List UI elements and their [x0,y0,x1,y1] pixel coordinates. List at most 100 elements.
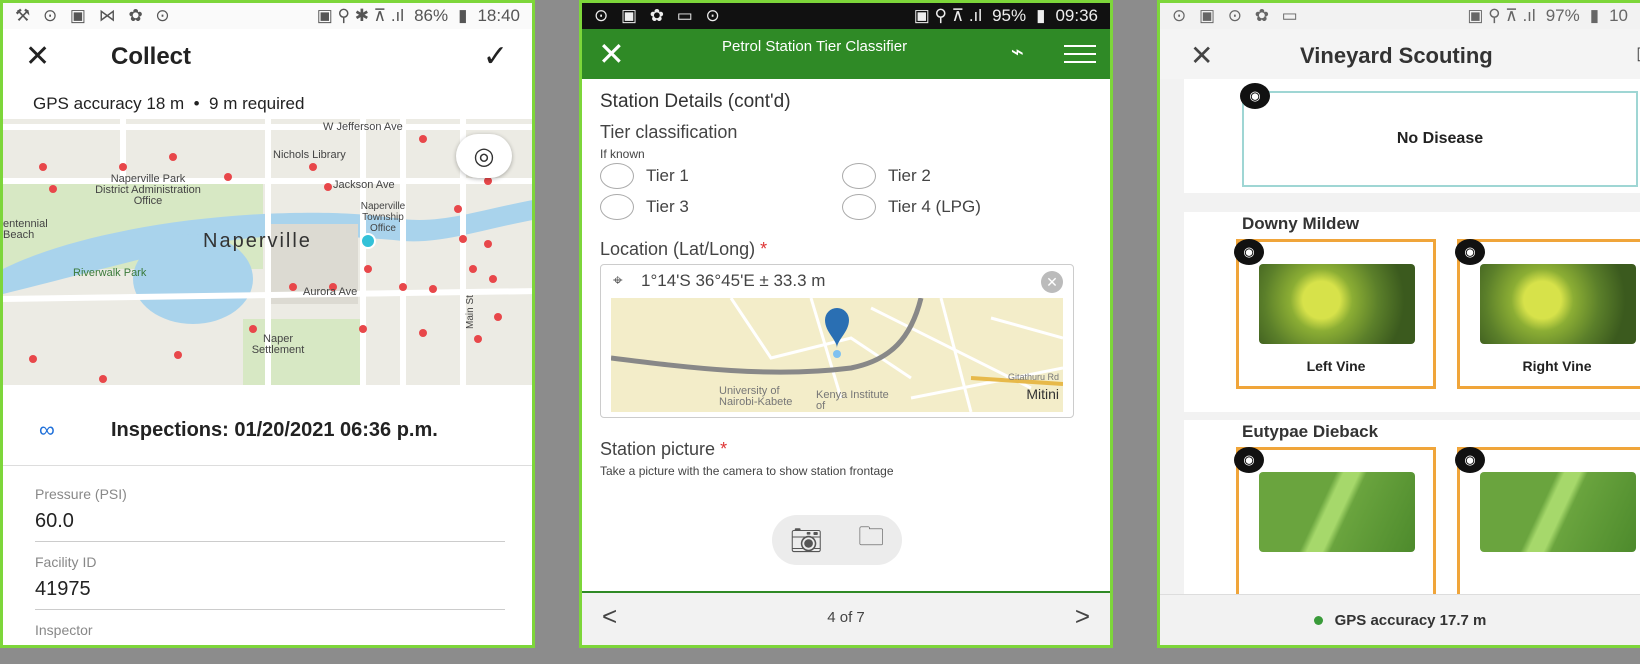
radio-tier-4[interactable]: Tier 4 (LPG) [842,194,981,220]
map-label-park: Riverwalk Park [73,267,147,279]
battery-icon: ▮ [1036,6,1046,25]
close-icon[interactable]: ✕ [1190,39,1213,72]
status-icons: ⊙ ▣ ⊙ ✿ ▭ [1172,6,1302,25]
close-icon[interactable]: ✕ [598,35,625,73]
page-title: Vineyard Scouting [1300,43,1493,68]
leaf-photo [1259,264,1415,344]
locate-me-button[interactable]: ◎ [456,134,512,178]
field-label: Facility ID [35,554,97,570]
clock: 18:40 [477,6,520,25]
target-icon: ⌖ [613,271,623,290]
section-title: Downy Mildew [1242,214,1360,233]
radio-label: Tier 3 [646,197,689,216]
folder-icon[interactable]: 🗀 [858,518,884,562]
status-bar: ⚒ ⊙ ▣ ⋈ ✿ ⊙ ▣ ⚲ ✱ ⊼ .ıl 86% ▮ 18:40 [3,3,532,29]
camera-icon[interactable]: 📷︎ [790,525,823,556]
related-record-label: Inspections: 01/20/2021 06:36 p.m. [111,419,438,441]
field-value[interactable]: 41975 [35,578,505,610]
question-label: Tier classification [600,122,738,142]
battery-level: 95% [992,6,1027,25]
no-disease-option[interactable]: No Disease [1242,91,1638,187]
page-indicator: 4 of 7 [827,609,865,626]
section-heading: Station Details (cont'd) [600,91,791,112]
no-disease-card: No Disease ◉ [1184,79,1640,193]
camera-icon[interactable]: ◉ [1234,447,1264,473]
map-label-poi: entennial Beach [3,218,48,241]
form-body: Station Details (cont'd) Tier classifica… [582,79,1110,599]
next-page-button[interactable]: > [1075,601,1090,632]
survey-app-screen: ⊙ ▣ ✿ ▭ ⊙ ▣ ⚲ ⊼ .ıl 95% ▮ 09:36 ✕ Petrol… [579,0,1113,648]
photo-tile[interactable] [1457,447,1640,597]
gps-accuracy-text: GPS accuracy 17.7 m [1334,611,1487,629]
page-title: Petrol Station Tier Classifier [722,38,908,55]
radio-label: Tier 1 [646,166,689,185]
map-label-place: Mitini [1026,386,1059,402]
vineyard-app-screen: ⊙ ▣ ⊙ ✿ ▭ ▣ ⚲ ⊼ .ıl 97% ▮ 10 ✕ Vineyard … [1157,0,1640,648]
app-bar: ✕ Collect ✓ [3,29,532,89]
map-label-street: W Jefferson Ave [323,121,403,133]
gps-accuracy-bar: GPS accuracy 18 m • 9 m required [3,89,532,119]
hamburger-menu-icon[interactable] [1064,39,1096,69]
clear-icon[interactable]: ✕ [1041,271,1063,293]
status-bar: ⊙ ▣ ⊙ ✿ ▭ ▣ ⚲ ⊼ .ıl 97% ▮ 10 [1160,3,1640,29]
page-navigation: < 4 of 7 > [582,591,1110,645]
battery-level: 97% [1545,6,1580,25]
camera-icon[interactable]: ◉ [1455,447,1485,473]
photo-tile-right-vine[interactable]: Right Vine [1457,239,1640,389]
radio-circle-icon [600,163,634,189]
section-eutypae-dieback: Eutypae Dieback ︿ ◉ ◉ [1184,420,1640,600]
related-record-row[interactable]: ∞ Inspections: 01/20/2021 06:36 p.m. [3,395,532,465]
form-body: No Disease ◉ Downy Mildew ︿ Left Vine ◉ … [1160,79,1640,600]
map-label-poi: Naperville Township Office [360,201,406,234]
map-label-city: Naperville [203,230,312,252]
radio-circle-icon [842,163,876,189]
picture-label: Station picture * [600,439,728,459]
leaf-photo [1480,472,1636,552]
location-map[interactable]: University of Nairobi-Kabete Kenya Insti… [611,298,1063,412]
field-facility-id[interactable]: Facility ID 41975 [35,554,505,610]
status-icons: ⊙ ▣ ✿ ▭ ⊙ [594,6,724,25]
camera-icon[interactable]: ◉ [1234,239,1264,265]
signal-icon: ▣ ⚲ ✱ ⊼ .ıl [316,6,405,25]
radio-tier-3[interactable]: Tier 3 [600,194,689,220]
section-downy-mildew: Downy Mildew ︿ Left Vine ◉ Right Vine ◉ [1184,212,1640,412]
app-bar: ✕ Petrol Station Tier Classifier ⌁ [582,29,1110,79]
radio-circle-icon [842,194,876,220]
location-value: 1°14'S 36°45'E ± 33.3 m [641,271,826,290]
map-label-street: Main St [465,295,476,329]
map-label-poi: Kenya Institute of [816,389,889,412]
battery-level: 86% [414,6,449,25]
photo-tile[interactable] [1236,447,1436,597]
radio-label: Tier 4 (LPG) [888,197,981,216]
gps-accuracy-text: GPS accuracy 18 m [33,94,185,113]
gps-status-bar: GPS accuracy 17.7 m [1160,594,1640,645]
radio-tier-1[interactable]: Tier 1 [600,163,689,189]
location-label: Location (Lat/Long) * [600,239,768,259]
photo-tile-left-vine[interactable]: Left Vine [1236,239,1436,389]
satellite-icon[interactable]: ⌁ [1011,39,1024,65]
map-view[interactable]: Naperville Nichols Library W Jefferson A… [3,119,532,385]
map-label-street: Aurora Ave [303,286,358,298]
save-icon[interactable]: ▯ [1636,43,1640,64]
submit-check-icon[interactable]: ✓ [483,39,508,74]
field-inspector[interactable]: Inspector [35,622,505,638]
battery-icon: ▮ [458,6,468,25]
close-icon[interactable]: ✕ [25,39,50,74]
map-label-poi: Naper Settlement [251,333,305,356]
camera-icon[interactable]: ◉ [1455,239,1485,265]
tile-label: Right Vine [1522,358,1592,374]
camera-icon[interactable]: ◉ [1240,83,1270,109]
radio-tier-2[interactable]: Tier 2 [842,163,931,189]
field-label: Pressure (PSI) [35,486,127,502]
field-pressure[interactable]: Pressure (PSI) 60.0 [35,486,505,542]
radio-circle-icon [600,194,634,220]
clock: 10 [1609,6,1628,25]
signal-icon: ▣ ⚲ ⊼ .ıl [913,6,983,25]
field-value[interactable]: 60.0 [35,510,505,542]
field-label: Inspector [35,622,93,638]
location-field[interactable]: ⌖ 1°14'S 36°45'E ± 33.3 m ✕ University o… [600,264,1074,418]
map-label-poi: Naperville Park District Administration … [95,173,201,207]
radio-label: Tier 2 [888,166,931,185]
form-fields: Pressure (PSI) 60.0 Facility ID 41975 In… [3,465,532,645]
gps-status-dot-icon [1313,615,1323,625]
